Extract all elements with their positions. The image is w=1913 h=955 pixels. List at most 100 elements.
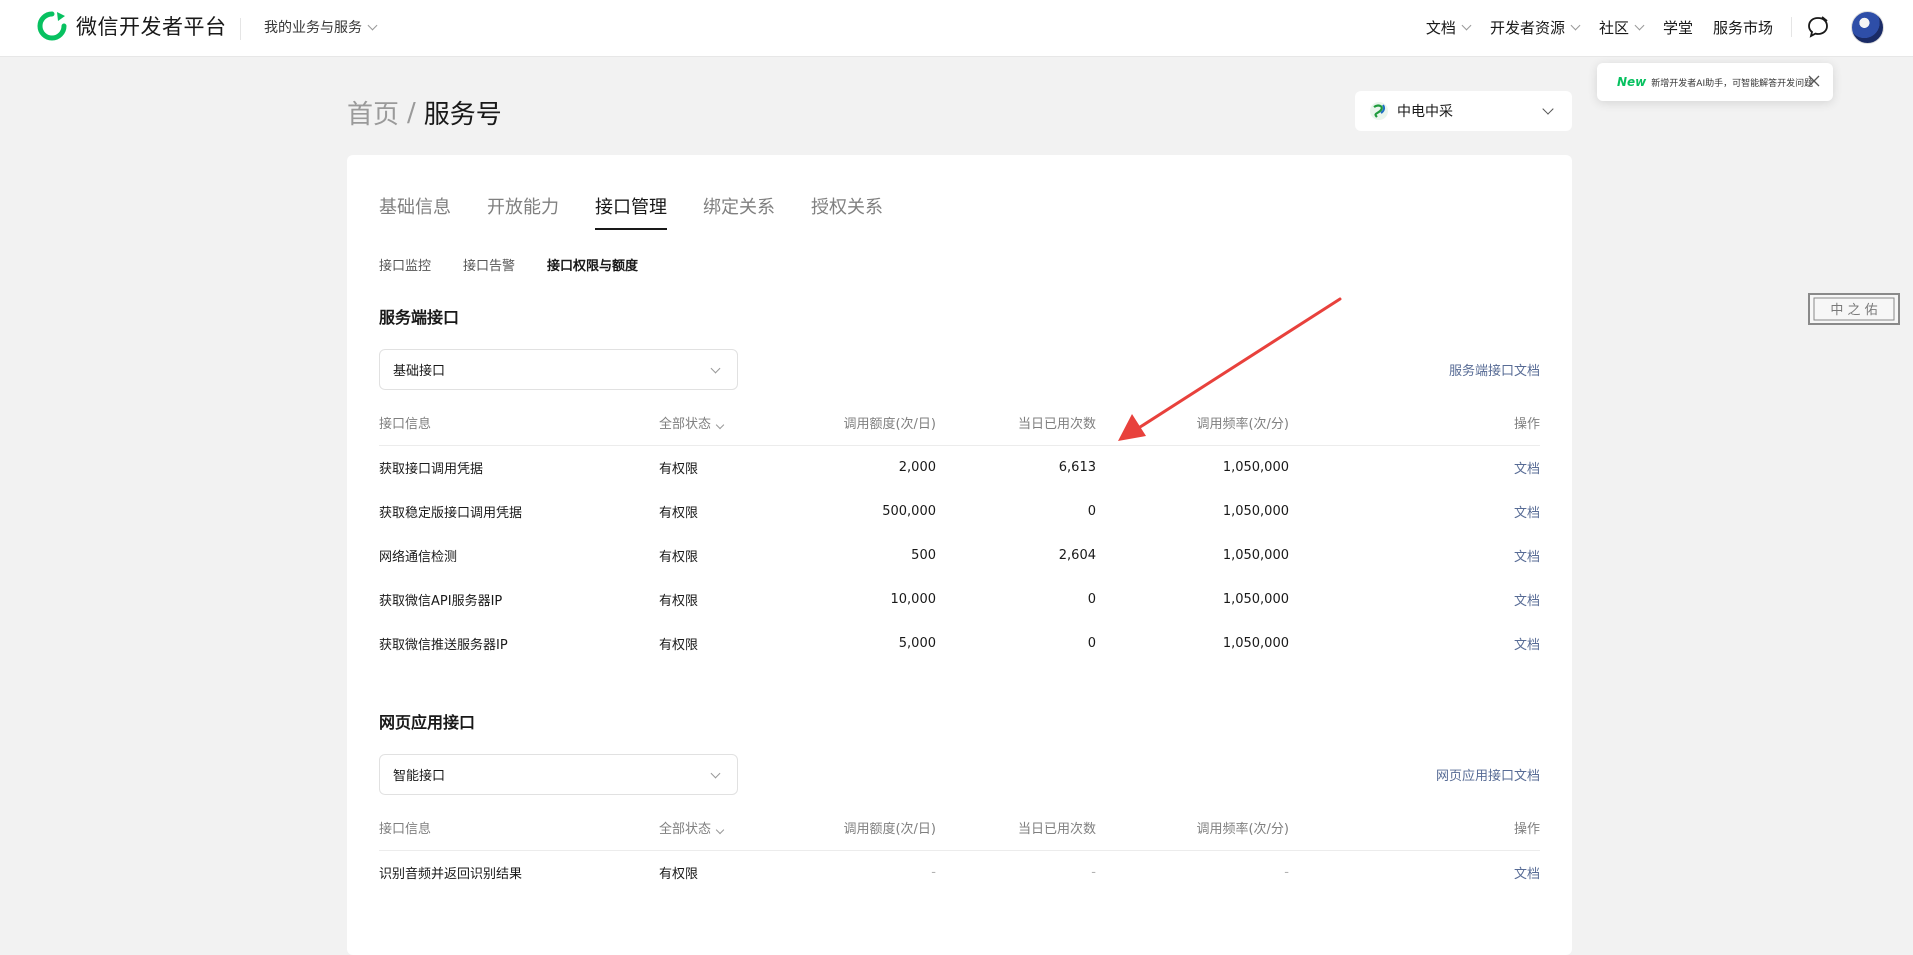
chevron-down-icon	[715, 826, 725, 835]
chevron-down-icon	[710, 363, 721, 374]
subtab-api-permissions-quota[interactable]: 接口权限与额度	[547, 255, 638, 274]
col-api-info: 接口信息	[379, 401, 659, 446]
api-frequency: 1,050,000	[1222, 459, 1289, 475]
app-title: 微信开发者平台	[76, 15, 227, 39]
server-api-table: 接口信息 全部状态 调用额度(次/日) 当日已用次数 调用频率(次/分) 操作 …	[379, 401, 1540, 665]
wechat-dev-logo-icon	[37, 11, 67, 41]
api-doc-link[interactable]: 文档	[1289, 577, 1540, 621]
server-api-category-select[interactable]: 基础接口	[379, 349, 738, 390]
api-quota: 500	[911, 547, 936, 563]
col-actions: 操作	[1289, 806, 1540, 851]
main-card: 基础信息 开放能力 接口管理 绑定关系 授权关系 接口监控 接口告警 接口权限与…	[347, 155, 1572, 955]
breadcrumb-separator: /	[407, 97, 416, 128]
close-icon[interactable]	[1807, 74, 1821, 88]
server-api-section-title: 服务端接口	[379, 308, 460, 327]
tab-open-capabilities[interactable]: 开放能力	[487, 193, 559, 229]
subtab-api-monitor[interactable]: 接口监控	[379, 255, 431, 274]
business-services-menu[interactable]: 我的业务与服务	[264, 17, 378, 37]
announcement-toast: New 新增开发者AI助手，可智能解答开发问题	[1597, 63, 1833, 101]
nav-item-academy[interactable]: 学堂	[1663, 17, 1693, 38]
col-frequency: 调用频率(次/分)	[1096, 401, 1289, 446]
col-daily-quota: 调用额度(次/日)	[799, 401, 936, 446]
table-row: 识别音频并返回识别结果 有权限 - - - 文档	[379, 850, 1540, 894]
business-services-label: 我的业务与服务	[264, 20, 362, 36]
col-status-filter[interactable]: 全部状态	[659, 401, 799, 446]
web-api-section-title: 网页应用接口	[379, 713, 476, 732]
api-frequency: 1,050,000	[1222, 503, 1289, 519]
api-used: -	[1091, 864, 1096, 880]
tab-basic-info[interactable]: 基础信息	[379, 193, 451, 229]
table-header-row: 接口信息 全部状态 调用额度(次/日) 当日已用次数 调用频率(次/分) 操作	[379, 401, 1540, 446]
page-title: 服务号	[423, 100, 502, 130]
chevron-down-icon	[1570, 20, 1581, 31]
table-row: 网络通信检测 有权限 500 2,604 1,050,000 文档	[379, 533, 1540, 577]
breadcrumb-home[interactable]: 首页	[347, 94, 399, 131]
api-frequency: -	[1284, 864, 1289, 880]
api-status: 有权限	[659, 549, 699, 565]
header-divider	[240, 18, 241, 40]
api-doc-link[interactable]: 文档	[1289, 445, 1540, 489]
api-quota: 5,000	[898, 635, 936, 651]
api-doc-link[interactable]: 文档	[1289, 621, 1540, 665]
web-api-doc-link[interactable]: 网页应用接口文档	[1436, 765, 1540, 784]
account-name: 中电中采	[1397, 104, 1453, 120]
tab-authorization[interactable]: 授权关系	[811, 193, 883, 229]
table-row: 获取微信API服务器IP 有权限 10,000 0 1,050,000 文档	[379, 577, 1540, 621]
api-used: 6,613	[1058, 459, 1096, 475]
tab-api-management[interactable]: 接口管理	[595, 193, 667, 230]
web-api-table: 接口信息 全部状态 调用额度(次/日) 当日已用次数 调用频率(次/分) 操作 …	[379, 806, 1540, 894]
web-api-category-select[interactable]: 智能接口	[379, 754, 738, 795]
api-doc-link[interactable]: 文档	[1289, 533, 1540, 577]
table-row: 获取微信推送服务器IP 有权限 5,000 0 1,050,000 文档	[379, 621, 1540, 665]
col-api-info: 接口信息	[379, 806, 659, 851]
chevron-down-icon	[710, 768, 721, 779]
primary-tabs: 基础信息 开放能力 接口管理 绑定关系 授权关系	[379, 193, 919, 230]
api-name: 获取微信推送服务器IP	[379, 637, 508, 653]
api-status: 有权限	[659, 593, 699, 609]
api-frequency: 1,050,000	[1222, 635, 1289, 651]
api-status: 有权限	[659, 461, 699, 477]
account-selector[interactable]: 中电中采	[1355, 91, 1572, 131]
chevron-down-icon	[367, 20, 378, 30]
col-used-today: 当日已用次数	[936, 806, 1096, 851]
chevron-down-icon	[1461, 20, 1472, 31]
api-doc-link[interactable]: 文档	[1289, 489, 1540, 533]
api-name: 获取微信API服务器IP	[379, 593, 503, 609]
api-used: 0	[1087, 503, 1096, 519]
nav-item-community[interactable]: 社区	[1599, 17, 1645, 38]
nav-item-docs[interactable]: 文档	[1425, 17, 1472, 38]
new-badge: New	[1617, 75, 1647, 89]
tab-binding[interactable]: 绑定关系	[703, 193, 775, 229]
nav-divider	[1791, 17, 1792, 37]
api-status: 有权限	[659, 637, 699, 653]
avatar[interactable]	[1851, 11, 1884, 44]
api-used: 2,604	[1058, 547, 1096, 563]
api-name: 获取接口调用凭据	[379, 461, 484, 477]
account-logo-icon	[1370, 102, 1388, 120]
breadcrumb: 首页 / 服务号	[347, 94, 502, 131]
platform-logo[interactable]: 微信开发者平台	[36, 10, 227, 42]
server-api-doc-link[interactable]: 服务端接口文档	[1449, 360, 1540, 379]
select-value: 基础接口	[393, 364, 446, 379]
api-status: 有权限	[659, 505, 699, 521]
api-status: 有权限	[659, 866, 699, 882]
table-row: 获取稳定版接口调用凭据 有权限 500,000 0 1,050,000 文档	[379, 489, 1540, 533]
api-frequency: 1,050,000	[1222, 547, 1289, 563]
toast-message[interactable]: 新增开发者AI助手，可智能解答开发问题	[1651, 76, 1813, 89]
api-quota: 500,000	[882, 503, 936, 519]
api-quota: 10,000	[890, 591, 937, 607]
nav-item-dev-resources[interactable]: 开发者资源	[1490, 17, 1581, 38]
col-status-label: 全部状态	[659, 417, 712, 433]
api-doc-link[interactable]: 文档	[1289, 850, 1540, 894]
col-daily-quota: 调用额度(次/日)	[799, 806, 936, 851]
top-nav: 文档 开发者资源 社区 学堂 服务市场	[1426, 17, 1773, 38]
col-status-filter[interactable]: 全部状态	[659, 806, 799, 851]
api-name: 网络通信检测	[379, 549, 458, 565]
api-quota: 2,000	[898, 459, 936, 475]
nav-label: 服务市场	[1712, 19, 1773, 37]
chat-bubble-icon[interactable]	[1806, 15, 1830, 39]
nav-label: 文档	[1425, 19, 1456, 37]
api-frequency: 1,050,000	[1222, 591, 1289, 607]
nav-item-service-market[interactable]: 服务市场	[1713, 17, 1773, 38]
subtab-api-alerts[interactable]: 接口告警	[463, 255, 515, 274]
